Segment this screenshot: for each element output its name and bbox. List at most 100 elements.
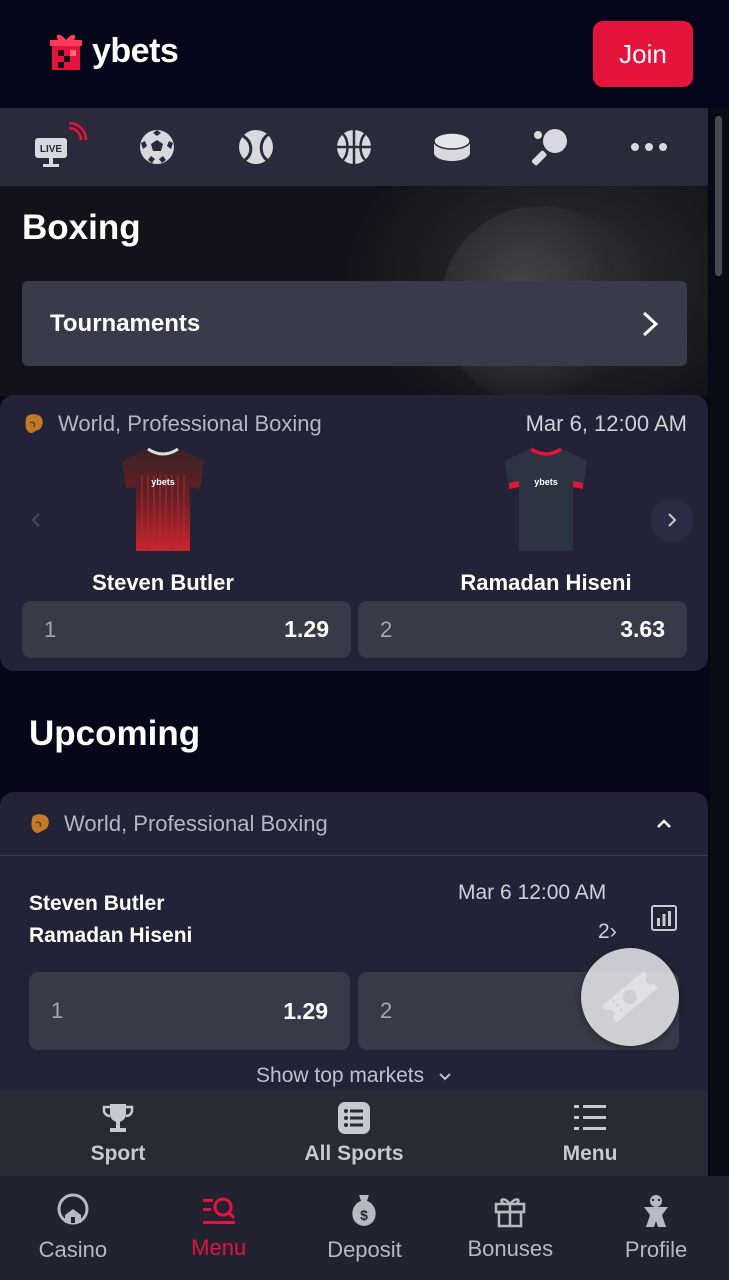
odds-value: 1.29 (283, 997, 328, 1024)
team-away-name: Ramadan Hiseni (29, 924, 193, 947)
sport-ice-hockey[interactable] (422, 117, 482, 177)
league-name: World, Professional Boxing (58, 411, 322, 436)
live-badge: LIVE (40, 144, 63, 155)
page: ybets Join LIVE Boxing Tournaments World… (0, 0, 729, 1280)
jersey-brand: ybets (534, 477, 558, 487)
sport-tennis[interactable] (226, 117, 286, 177)
subnav-all-sports[interactable]: All Sports (236, 1090, 472, 1176)
featured-match-card[interactable]: World, Professional Boxing Mar 6, 12:00 … (0, 395, 708, 671)
nav-profile[interactable]: Profile (583, 1176, 729, 1280)
odds-value: 1.29 (284, 616, 329, 642)
nav-casino[interactable]: Casino (0, 1176, 146, 1280)
jersey-brand: ybets (151, 477, 175, 487)
page-title: Boxing (22, 208, 141, 247)
red-jersey-icon: ybets (122, 447, 204, 551)
sport-live[interactable]: LIVE (29, 117, 89, 177)
odds-label: 2 (380, 998, 393, 1023)
scrollbar[interactable] (710, 108, 729, 1178)
more-markets-link[interactable]: 2› (598, 920, 617, 944)
profile-icon (644, 1195, 669, 1227)
odds-label: 1 (51, 998, 64, 1023)
odds-button-home[interactable]: 1 1.29 (22, 601, 351, 658)
league: World, Professional Boxing (28, 811, 328, 837)
league-header[interactable]: World, Professional Boxing (0, 792, 708, 856)
nav-label: Casino (38, 1237, 108, 1262)
subnav-label: Sport (90, 1142, 146, 1165)
dark-jersey-icon: ybets (505, 447, 587, 551)
logo[interactable]: ybets (48, 30, 179, 72)
chevron-left-icon (31, 513, 40, 527)
nav-label: Bonuses (467, 1236, 554, 1261)
match-date: Mar 6, 12:00 AM (525, 411, 687, 436)
subnav-menu[interactable]: Menu (472, 1090, 708, 1176)
show-top-markets-button[interactable]: Show top markets (0, 1064, 708, 1088)
sport-table-tennis[interactable] (521, 117, 581, 177)
upcoming-league-card: World, Professional Boxing Steven Butler… (0, 792, 708, 1092)
nav-label: Deposit (327, 1237, 402, 1262)
chevron-right-icon: › (609, 920, 617, 943)
basketball-icon (336, 130, 371, 164)
gift-logo-icon (50, 34, 82, 70)
sport-basketball[interactable] (324, 117, 384, 177)
menu-icon (574, 1105, 606, 1130)
odds-button-away[interactable]: 2 3.63 (358, 601, 687, 658)
chevron-right-icon (668, 513, 677, 527)
show-top-markets-label: Show top markets (256, 1064, 425, 1087)
nav-deposit[interactable]: $ Deposit (292, 1176, 438, 1280)
match-date: Mar 6 12:00 AM (458, 881, 607, 904)
odds-value: 3.63 (620, 616, 665, 642)
carousel-next-button[interactable] (650, 498, 694, 542)
match-teams[interactable]: Steven Butler Ramadan Hiseni (29, 888, 192, 952)
deposit-icon: $ (352, 1195, 377, 1226)
league: World, Professional Boxing (22, 411, 322, 437)
ticket-icon (602, 971, 658, 1023)
featured-match-header: World, Professional Boxing Mar 6, 12:00 … (22, 411, 687, 437)
logo-text: ybets (92, 31, 179, 70)
bottom-nav: Casino Menu $ Deposit Bonuses Profile (0, 1176, 729, 1280)
team-away-name: Ramadan Hiseni (460, 570, 632, 595)
scrollbar-thumb[interactable] (715, 116, 722, 276)
nav-bonuses[interactable]: Bonuses (437, 1176, 583, 1280)
ice-hockey-puck-icon (433, 132, 472, 161)
soccer-ball-icon (140, 130, 175, 164)
bet-slip-button[interactable] (581, 948, 679, 1046)
odds-button-home[interactable]: 1 1.29 (29, 972, 350, 1050)
team-home-name: Steven Butler (92, 570, 234, 595)
casino-icon (57, 1193, 89, 1225)
chevron-down-icon (439, 1073, 451, 1081)
subnav-sport[interactable]: Sport (0, 1090, 236, 1176)
sport-more[interactable] (619, 117, 679, 177)
hero-banner: Boxing Tournaments (0, 186, 708, 396)
tournaments-label: Tournaments (50, 309, 201, 337)
svg-text:$: $ (361, 1207, 369, 1223)
odds-label: 2 (380, 616, 393, 642)
table-tennis-icon (531, 129, 567, 166)
subnav-label: Menu (562, 1142, 618, 1165)
tournaments-button[interactable]: Tournaments (22, 281, 687, 366)
team-away: ybets Ramadan Hiseni (446, 445, 646, 596)
boxing-glove-icon (31, 813, 49, 833)
nav-menu[interactable]: Menu (146, 1176, 292, 1280)
trophy-icon (102, 1104, 134, 1132)
gift-icon (495, 1198, 526, 1228)
search-menu-icon (202, 1197, 235, 1224)
sport-soccer[interactable] (127, 117, 187, 177)
chevron-right-icon (642, 311, 659, 336)
carousel-prev-button[interactable] (14, 498, 58, 542)
header: ybets Join (0, 0, 729, 108)
more-icon (630, 143, 667, 151)
section-title-upcoming: Upcoming (29, 714, 201, 753)
join-button[interactable]: Join (593, 21, 693, 87)
nav-label: Profile (624, 1237, 688, 1262)
subnav-label: All Sports (304, 1142, 404, 1165)
chevron-up-icon[interactable] (656, 818, 672, 829)
live-tv-icon: LIVE (35, 122, 88, 167)
nav-label: Menu (191, 1235, 247, 1260)
league-name: World, Professional Boxing (64, 810, 328, 836)
stats-icon[interactable] (650, 904, 678, 932)
odds-label: 1 (44, 616, 57, 642)
team-home-name: Steven Butler (29, 892, 165, 915)
sports-bar: LIVE (0, 108, 708, 186)
list-icon (338, 1102, 370, 1134)
tennis-ball-icon (238, 130, 273, 164)
